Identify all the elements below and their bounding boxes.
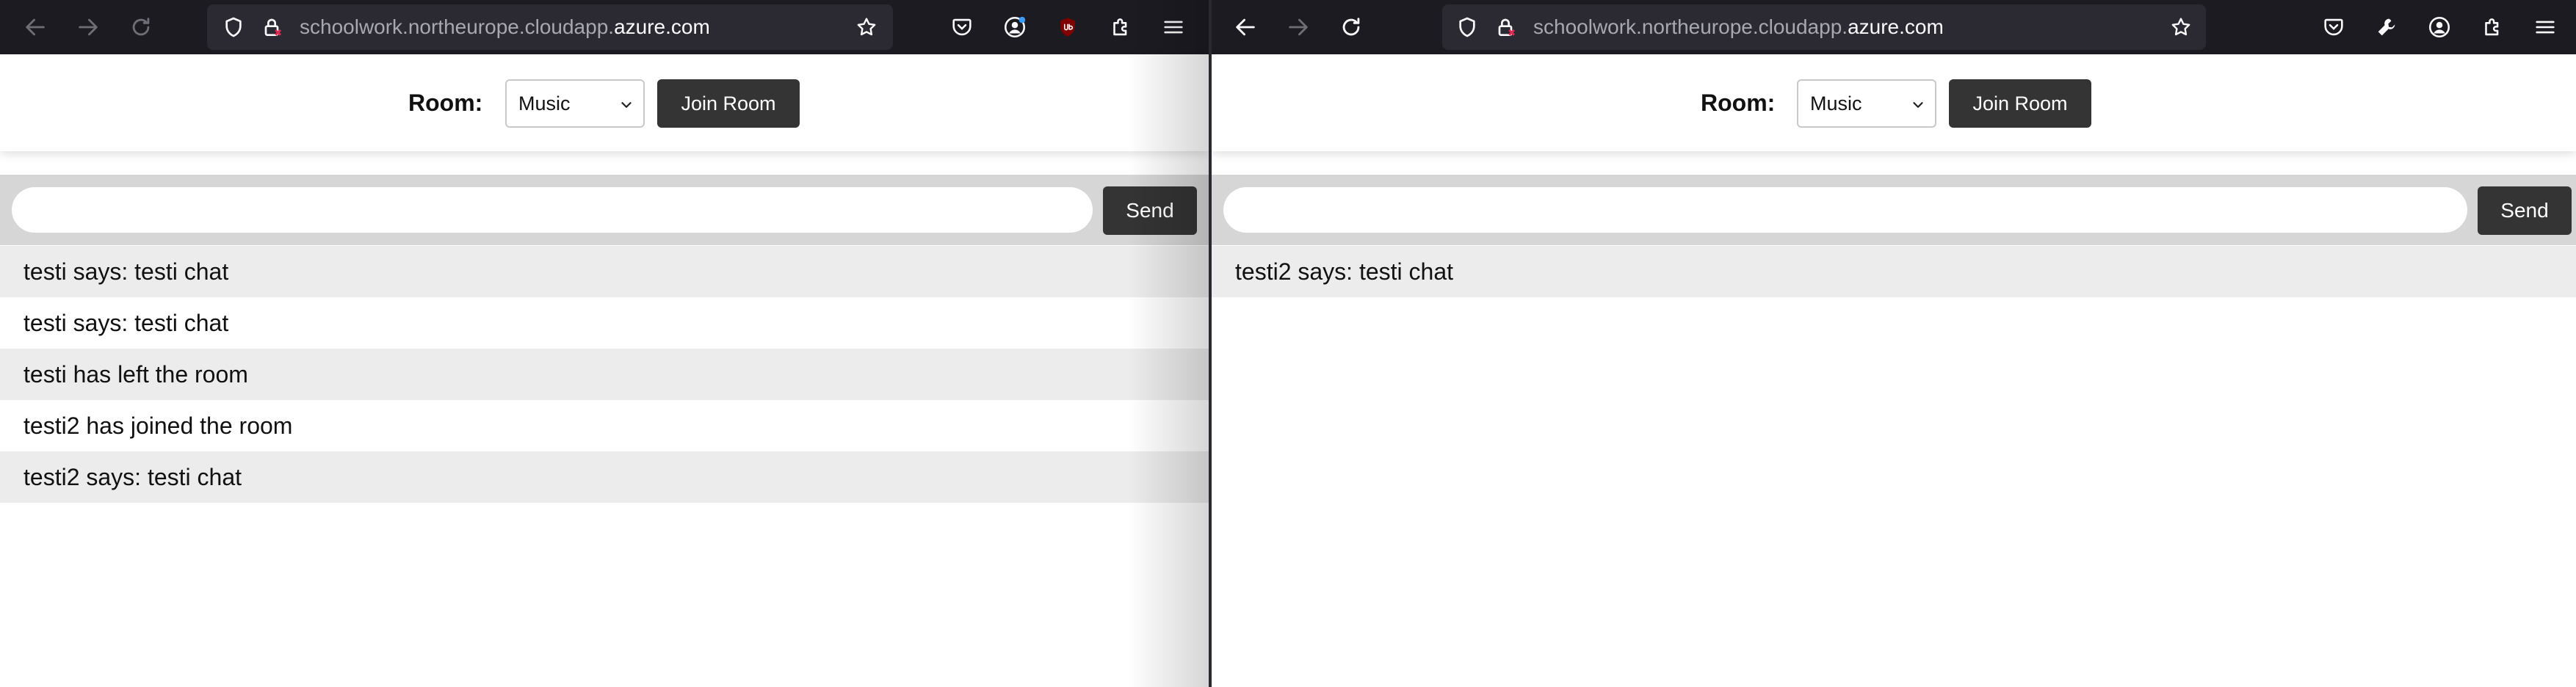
chevron-down-icon [1913,102,1923,108]
room-header: Room: Music Join Room [0,54,1209,151]
room-select[interactable]: Music [1797,79,1936,128]
reload-icon [1342,18,1360,36]
star-icon[interactable] [853,14,880,40]
lock-icon[interactable] [1492,14,1519,40]
send-button[interactable]: Send [1103,186,1197,235]
arrow-left-icon [1236,18,1255,36]
message-input[interactable] [12,187,1093,233]
message-input[interactable] [1223,187,2467,233]
puzzle-icon[interactable] [2476,11,2508,43]
url-prefix: schoolwork.northeurope.cloudapp. [300,15,615,38]
room-select-value: Music [518,92,571,114]
puzzle-icon[interactable] [1104,11,1137,43]
browser-window-left: schoolwork.northeurope.cloudapp.azure.co… [0,0,1209,687]
pocket-icon[interactable] [946,11,978,43]
send-button[interactable]: Send [2478,186,2572,235]
arrow-right-icon [1289,18,1308,36]
browser-window-right: schoolwork.northeurope.cloudapp.azure.co… [1212,0,2576,687]
star-icon[interactable] [2168,14,2194,40]
account-icon[interactable] [2423,11,2456,43]
room-label: Room: [408,90,483,116]
message-item: testi2 says: testi chat [0,451,1209,503]
url-bar[interactable]: schoolwork.northeurope.cloudapp.azure.co… [1442,4,2206,50]
url-prefix: schoolwork.northeurope.cloudapp. [1533,15,1848,38]
pocket-icon[interactable] [2318,11,2350,43]
message-item: testi2 has joined the room [0,400,1209,451]
message-input-bar: Send [1212,175,2576,245]
arrow-left-icon [26,18,45,36]
shield-icon[interactable] [220,14,247,40]
url-domain: azure.com [614,15,710,38]
message-list: testi says: testi chat testi says: testi… [0,246,1209,503]
hamburger-menu-icon[interactable] [2529,11,2561,43]
wrench-icon[interactable] [2370,11,2403,43]
arrow-right-icon [79,18,98,36]
message-input-bar: Send [0,175,1209,245]
url-text[interactable]: schoolwork.northeurope.cloudapp.azure.co… [1533,15,1944,39]
url-bar[interactable]: schoolwork.northeurope.cloudapp.azure.co… [207,4,893,50]
browser-toolbar: schoolwork.northeurope.cloudapp.azure.co… [1212,0,2576,54]
join-room-button[interactable]: Join Room [657,79,800,128]
account-icon[interactable] [999,11,1031,43]
message-list: testi2 says: testi chat [1212,246,2576,297]
lock-icon[interactable] [258,14,285,40]
reload-button[interactable] [1334,10,1369,45]
forward-button[interactable] [70,10,106,45]
message-item: testi says: testi chat [0,246,1209,297]
shield-icon[interactable] [1454,14,1480,40]
room-select[interactable]: Music [505,79,645,128]
reload-button[interactable] [123,10,159,45]
browser-toolbar: schoolwork.northeurope.cloudapp.azure.co… [0,0,1209,54]
back-button[interactable] [1228,10,1263,45]
join-room-button[interactable]: Join Room [1949,79,2091,128]
chevron-down-icon [621,102,632,108]
reload-icon [132,18,150,36]
room-select-value: Music [1810,92,1862,114]
room-header: Room: Music Join Room [1212,54,2576,151]
message-item: testi has left the room [0,349,1209,400]
message-item: testi2 says: testi chat [1212,246,2576,297]
forward-button[interactable] [1281,10,1316,45]
url-domain: azure.com [1848,15,1944,38]
message-item: testi says: testi chat [0,297,1209,349]
back-button[interactable] [18,10,53,45]
room-label: Room: [1701,90,1776,116]
hamburger-menu-icon[interactable] [1157,11,1190,43]
ublock-extension-icon[interactable] [1052,11,1084,43]
url-text[interactable]: schoolwork.northeurope.cloudapp.azure.co… [300,15,710,39]
